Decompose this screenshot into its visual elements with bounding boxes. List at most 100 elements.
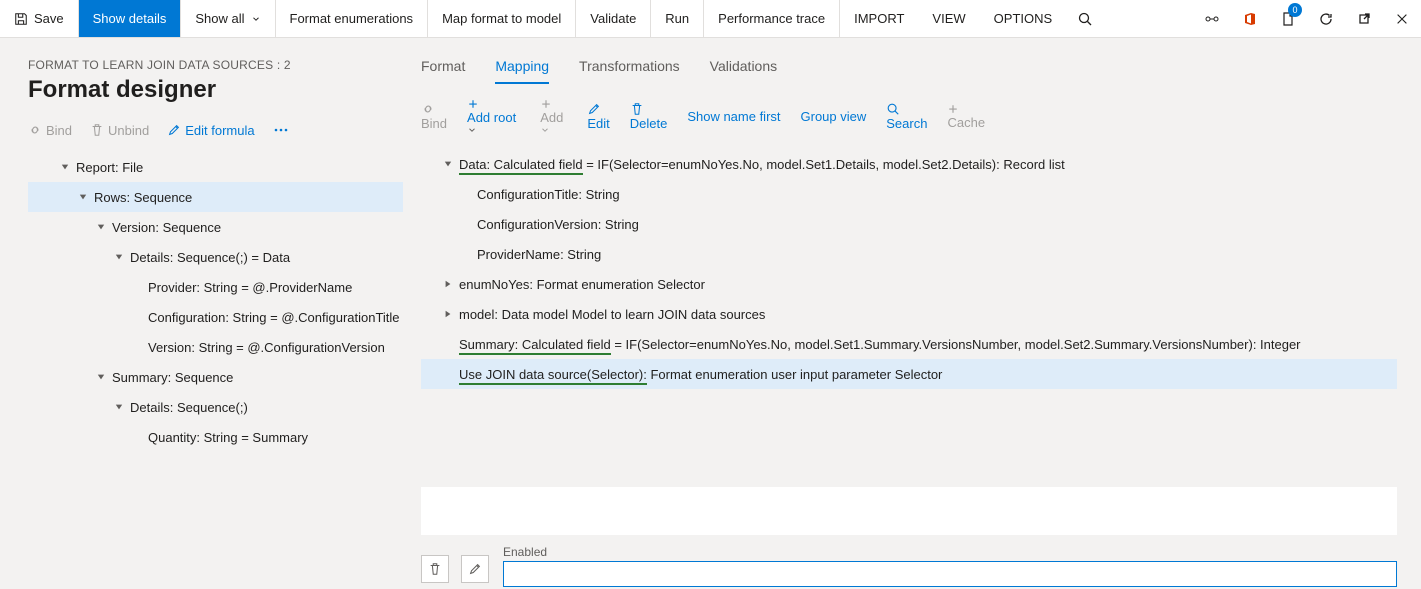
tree-label: Report: File — [76, 160, 143, 175]
save-icon — [14, 12, 28, 26]
popout-icon — [1356, 11, 1372, 27]
tree-label: model: Data model Model to learn JOIN da… — [459, 307, 765, 322]
import-menu[interactable]: IMPORT — [840, 0, 918, 37]
connection-button[interactable] — [1193, 0, 1231, 38]
enabled-input[interactable] — [503, 561, 1397, 587]
map-format-label: Map format to model — [442, 11, 561, 26]
unbind-button[interactable]: Unbind — [90, 123, 149, 138]
tree-label: Rows: Sequence — [94, 190, 192, 205]
tab-transformations[interactable]: Transformations — [579, 58, 680, 84]
right-panel: Format Mapping Transformations Validatio… — [415, 38, 1421, 589]
caret-spacer — [130, 280, 144, 294]
tree-label: Summary: Calculated field = IF(Selector=… — [459, 337, 1301, 352]
office-icon — [1242, 11, 1258, 27]
tree-label: ProviderName: String — [477, 247, 601, 262]
caret-down-icon[interactable] — [112, 400, 126, 414]
validate-button[interactable]: Validate — [576, 0, 651, 37]
tree-row-data[interactable]: Data: Calculated field = IF(Selector=enu… — [421, 149, 1397, 179]
tab-mapping[interactable]: Mapping — [495, 58, 549, 84]
breadcrumb: FORMAT TO LEARN JOIN DATA SOURCES : 2 — [28, 58, 403, 72]
cache-button[interactable]: Cache — [947, 103, 985, 130]
caret-down-icon[interactable] — [94, 370, 108, 384]
chevron-down-icon — [467, 125, 520, 135]
close-button[interactable] — [1383, 0, 1421, 38]
tab-validations[interactable]: Validations — [710, 58, 777, 84]
plus-icon — [467, 98, 520, 110]
show-all-button[interactable]: Show all — [181, 0, 275, 37]
tree-row-version[interactable]: Version: Sequence — [28, 212, 403, 242]
tree-row-provider-name[interactable]: ProviderName: String — [421, 239, 1397, 269]
more-button[interactable] — [273, 122, 289, 138]
view-menu[interactable]: VIEW — [918, 0, 979, 37]
caret-down-icon[interactable] — [94, 220, 108, 234]
popout-button[interactable] — [1345, 0, 1383, 38]
edit-formula-button[interactable]: Edit formula — [167, 123, 254, 138]
office-button[interactable] — [1231, 0, 1269, 38]
run-button[interactable]: Run — [651, 0, 704, 37]
left-toolbar: Bind Unbind Edit formula — [28, 122, 403, 138]
edit-property-button[interactable] — [461, 555, 489, 583]
notifications-button[interactable]: 0 — [1269, 0, 1307, 38]
performance-trace-button[interactable]: Performance trace — [704, 0, 840, 37]
tree-row-rows[interactable]: Rows: Sequence — [28, 182, 403, 212]
tab-format[interactable]: Format — [421, 58, 465, 84]
tree-label: Use JOIN data source(Selector): Format e… — [459, 367, 942, 382]
tree-row-details[interactable]: Details: Sequence(;) = Data — [28, 242, 403, 272]
search-button[interactable]: Search — [886, 102, 927, 131]
link-icon — [421, 102, 447, 116]
perf-trace-label: Performance trace — [718, 11, 825, 26]
save-label: Save — [34, 11, 64, 26]
tree-row-summary[interactable]: Summary: Sequence — [28, 362, 403, 392]
command-bar-right: 0 — [1193, 0, 1421, 37]
format-enumerations-button[interactable]: Format enumerations — [276, 0, 429, 37]
datasource-tree: Data: Calculated field = IF(Selector=enu… — [421, 149, 1397, 389]
caret-down-icon[interactable] — [441, 157, 455, 171]
plus-icon — [540, 98, 567, 110]
tree-row-report[interactable]: Report: File — [28, 152, 403, 182]
add-root-button[interactable]: Add root — [467, 98, 520, 135]
caret-right-icon[interactable] — [441, 277, 455, 291]
refresh-button[interactable] — [1307, 0, 1345, 38]
bind-button[interactable]: Bind — [421, 102, 447, 131]
page-title: Format designer — [28, 76, 403, 104]
tree-row-configuration[interactable]: Configuration: String = @.ConfigurationT… — [28, 302, 403, 332]
tree-row-model[interactable]: model: Data model Model to learn JOIN da… — [421, 299, 1397, 329]
caret-down-icon[interactable] — [58, 160, 72, 174]
tree-label: Details: Sequence(;) — [130, 400, 248, 415]
tree-row-cfg-version[interactable]: ConfigurationVersion: String — [421, 209, 1397, 239]
show-name-first-button[interactable]: Show name first — [687, 109, 780, 124]
map-format-to-model-button[interactable]: Map format to model — [428, 0, 576, 37]
group-view-button[interactable]: Group view — [801, 109, 867, 124]
caret-down-icon[interactable] — [76, 190, 90, 204]
tree-row-summary[interactable]: Summary: Calculated field = IF(Selector=… — [421, 329, 1397, 359]
tree-row-enum-noyes[interactable]: enumNoYes: Format enumeration Selector — [421, 269, 1397, 299]
search-button[interactable] — [1066, 0, 1104, 38]
tree-row-versionstr[interactable]: Version: String = @.ConfigurationVersion — [28, 332, 403, 362]
main: FORMAT TO LEARN JOIN DATA SOURCES : 2 Fo… — [0, 38, 1421, 589]
options-label: OPTIONS — [994, 11, 1053, 26]
options-menu[interactable]: OPTIONS — [980, 0, 1067, 37]
refresh-icon — [1318, 11, 1334, 27]
delete-property-button[interactable] — [421, 555, 449, 583]
format-enum-label: Format enumerations — [290, 11, 414, 26]
tree-label: Provider: String = @.ProviderName — [148, 280, 352, 295]
run-label: Run — [665, 11, 689, 26]
tree-row-use-join[interactable]: Use JOIN data source(Selector): Format e… — [421, 359, 1397, 389]
tree-label: Version: String = @.ConfigurationVersion — [148, 340, 385, 355]
bind-button[interactable]: Bind — [28, 123, 72, 138]
notification-badge: 0 — [1288, 3, 1302, 17]
tree-row-cfg-title[interactable]: ConfigurationTitle: String — [421, 179, 1397, 209]
tree-row-quantity[interactable]: Quantity: String = Summary — [28, 422, 403, 452]
save-button[interactable]: Save — [0, 0, 79, 37]
show-all-label: Show all — [195, 11, 244, 26]
caret-right-icon[interactable] — [441, 307, 455, 321]
tree-row-provider[interactable]: Provider: String = @.ProviderName — [28, 272, 403, 302]
show-details-button[interactable]: Show details — [79, 0, 182, 37]
delete-button[interactable]: Delete — [630, 102, 668, 131]
tree-label: Details: Sequence(;) = Data — [130, 250, 290, 265]
edit-button[interactable]: Edit — [587, 102, 609, 131]
caret-down-icon[interactable] — [112, 250, 126, 264]
tree-row-details2[interactable]: Details: Sequence(;) — [28, 392, 403, 422]
add-button[interactable]: Add — [540, 98, 567, 135]
formula-box[interactable] — [421, 487, 1397, 535]
